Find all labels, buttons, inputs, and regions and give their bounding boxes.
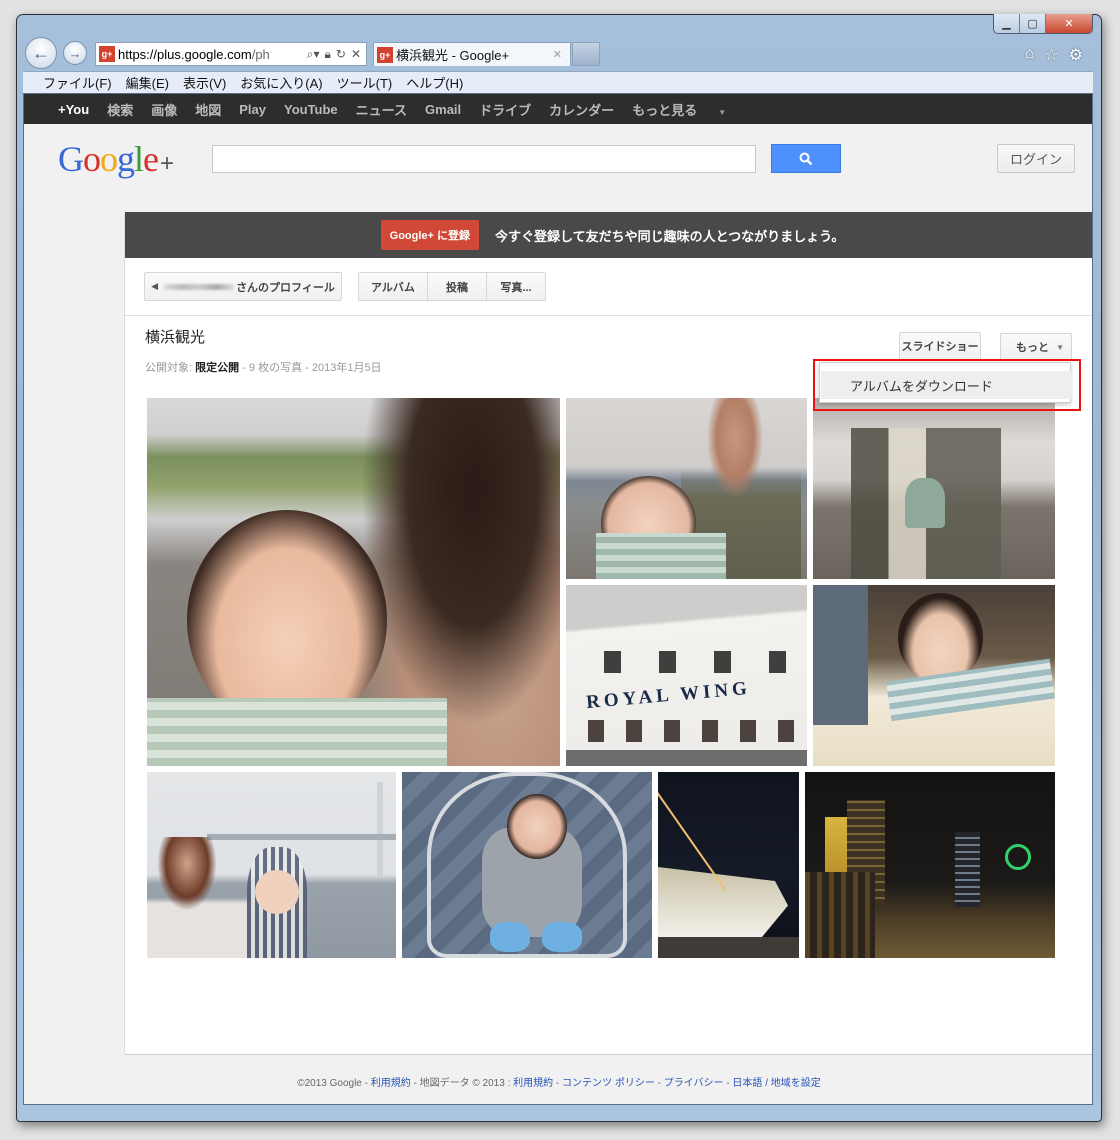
maximize-icon[interactable]: ▢	[1020, 14, 1046, 33]
google-plus-favicon-icon: g+	[377, 46, 393, 63]
page-viewport: +You 検索 画像 地図 Play YouTube ニュース Gmail ドラ…	[23, 93, 1093, 1105]
search-button[interactable]	[771, 144, 841, 173]
tab-posts[interactable]: 投稿	[428, 273, 487, 300]
page-footer: ©2013 Google - 利用規約 - 地図データ © 2013 : 利用規…	[297, 1078, 821, 1089]
chevron-down-icon: ▼	[1056, 342, 1064, 352]
tab-photos[interactable]: 写真...	[487, 273, 545, 300]
menu-view[interactable]: 表示(V)	[183, 73, 226, 92]
photo-tile[interactable]	[566, 398, 807, 579]
lock-icon[interactable]: 🔒︎	[324, 47, 330, 62]
blurred-name	[164, 283, 235, 290]
menu-file[interactable]: ファイル(F)	[43, 73, 112, 92]
stop-icon[interactable]: ✕	[351, 47, 361, 62]
gear-icon[interactable]: ⚙	[1069, 45, 1083, 65]
gbar-you[interactable]: +You	[58, 102, 89, 117]
browser-tab[interactable]: g+ 横浜観光 - Google+ ✕	[373, 42, 571, 66]
gbar-more-label: もっと見る	[632, 102, 698, 118]
photo-tile[interactable]	[805, 772, 1055, 958]
gbar-maps[interactable]: 地図	[195, 100, 221, 119]
gbar-news[interactable]: ニュース	[356, 100, 407, 119]
content-policy-link[interactable]: コンテンツ ポリシー	[562, 1078, 655, 1089]
gbar-more[interactable]: もっと見る ▼	[632, 100, 744, 119]
search-input[interactable]	[212, 145, 756, 173]
gbar-drive[interactable]: ドライブ	[479, 100, 531, 119]
menu-bar: ファイル(F) 編集(E) 表示(V) お気に入り(A) ツール(T) ヘルプ(…	[23, 71, 1093, 93]
album-date: - 2013年1月5日	[302, 362, 382, 374]
menu-tools[interactable]: ツール(T)	[337, 73, 393, 92]
login-button[interactable]: ログイン	[997, 144, 1075, 173]
url-host: https://plus.google.com	[118, 46, 252, 62]
profile-label: さんのプロフィール	[236, 281, 335, 294]
gbar-images[interactable]: 画像	[151, 100, 177, 119]
menu-favorites[interactable]: お気に入り(A)	[240, 73, 322, 92]
language-region-link[interactable]: 日本語 / 地域を設定	[732, 1078, 820, 1089]
window-controls: ▁ ▢ ✕	[993, 14, 1093, 34]
map-data-text: - 地図データ © 2013 :	[410, 1078, 514, 1089]
gbar-youtube[interactable]: YouTube	[284, 102, 338, 117]
home-icon[interactable]: ⌂	[1025, 45, 1035, 65]
google-plus-logo[interactable]: Google+	[58, 138, 174, 180]
back-button[interactable]: ←	[25, 37, 57, 69]
search-icon	[799, 152, 813, 165]
browser-window: ▁ ▢ ✕ ← → g+ https://plus.google.com/ph …	[16, 14, 1102, 1122]
google-bar: +You 検索 画像 地図 Play YouTube ニュース Gmail ドラ…	[24, 94, 1092, 124]
album-meta: 公開対象: 限定公開 - 9 枚の写真 - 2013年1月5日	[145, 359, 382, 375]
more-label: もっと	[1016, 342, 1049, 354]
refresh-icon[interactable]: ↻	[336, 47, 346, 62]
chevron-left-icon: ◀	[151, 281, 159, 291]
url-path: /ph	[251, 46, 270, 62]
star-icon[interactable]: ☆	[1044, 45, 1058, 65]
profile-tabs: アルバム 投稿 写真...	[358, 272, 546, 301]
close-icon[interactable]: ✕	[1046, 14, 1092, 33]
profile-subnav: ◀ さんのプロフィール アルバム 投稿 写真...	[125, 258, 1092, 316]
photo-tile[interactable]	[813, 398, 1055, 579]
photo-tile[interactable]	[813, 585, 1055, 766]
photo-tile[interactable]: ROYAL WING	[566, 585, 807, 766]
photo-tile[interactable]	[658, 772, 799, 958]
google-plus-favicon-icon: g+	[99, 46, 115, 62]
album-card: Google+ に登録 今すぐ登録して友だちや同じ趣味の人とつながりましょう。 …	[124, 212, 1092, 1055]
forward-button[interactable]: →	[63, 41, 87, 65]
annotation-highlight-box	[813, 359, 1081, 411]
map-terms-link[interactable]: 利用規約	[513, 1078, 553, 1089]
close-tab-icon[interactable]: ✕	[553, 48, 570, 61]
tab-title: 横浜観光 - Google+	[396, 48, 510, 63]
photo-tile[interactable]	[402, 772, 652, 958]
gbar-calendar[interactable]: カレンダー	[549, 100, 614, 119]
address-bar[interactable]: g+ https://plus.google.com/ph ⌕▾ 🔒︎ ↻ ✕	[95, 42, 367, 66]
signup-message: 今すぐ登録して友だちや同じ趣味の人とつながりましょう。	[495, 228, 845, 244]
back-to-profile-button[interactable]: ◀ さんのプロフィール	[144, 272, 342, 301]
terms-link[interactable]: 利用規約	[371, 1078, 411, 1089]
register-button[interactable]: Google+ に登録	[380, 220, 480, 250]
photo-tile[interactable]	[147, 398, 560, 766]
tab-albums[interactable]: アルバム	[359, 273, 428, 300]
gbar-search[interactable]: 検索	[107, 100, 133, 119]
minimize-icon[interactable]: ▁	[994, 14, 1020, 33]
privacy-link[interactable]: プライバシー	[664, 1078, 724, 1089]
gbar-gmail[interactable]: Gmail	[425, 102, 461, 117]
photo-tile[interactable]	[147, 772, 396, 958]
more-button[interactable]: もっと ▼	[1000, 333, 1072, 361]
gbar-play[interactable]: Play	[239, 102, 266, 117]
chevron-down-icon: ▼	[718, 107, 727, 117]
menu-help[interactable]: ヘルプ(H)	[406, 73, 463, 92]
signup-banner: Google+ に登録 今すぐ登録して友だちや同じ趣味の人とつながりましょう。	[125, 212, 1092, 258]
photo-count: - 9 枚の写真	[239, 362, 303, 374]
ship-name-text: ROYAL WING	[585, 677, 752, 714]
slideshow-button[interactable]: スライドショー	[899, 332, 981, 360]
menu-edit[interactable]: 編集(E)	[126, 73, 169, 92]
new-tab-button[interactable]	[572, 42, 600, 66]
visibility-label: 公開対象:	[145, 362, 196, 374]
search-icon[interactable]: ⌕▾	[307, 47, 320, 62]
copyright-text: ©2013 Google -	[297, 1078, 371, 1089]
visibility-value[interactable]: 限定公開	[195, 362, 239, 374]
page-header: Google+ ログイン	[24, 124, 1092, 196]
navigation-bar: ← → g+ https://plus.google.com/ph ⌕▾ 🔒︎ …	[23, 37, 1093, 69]
